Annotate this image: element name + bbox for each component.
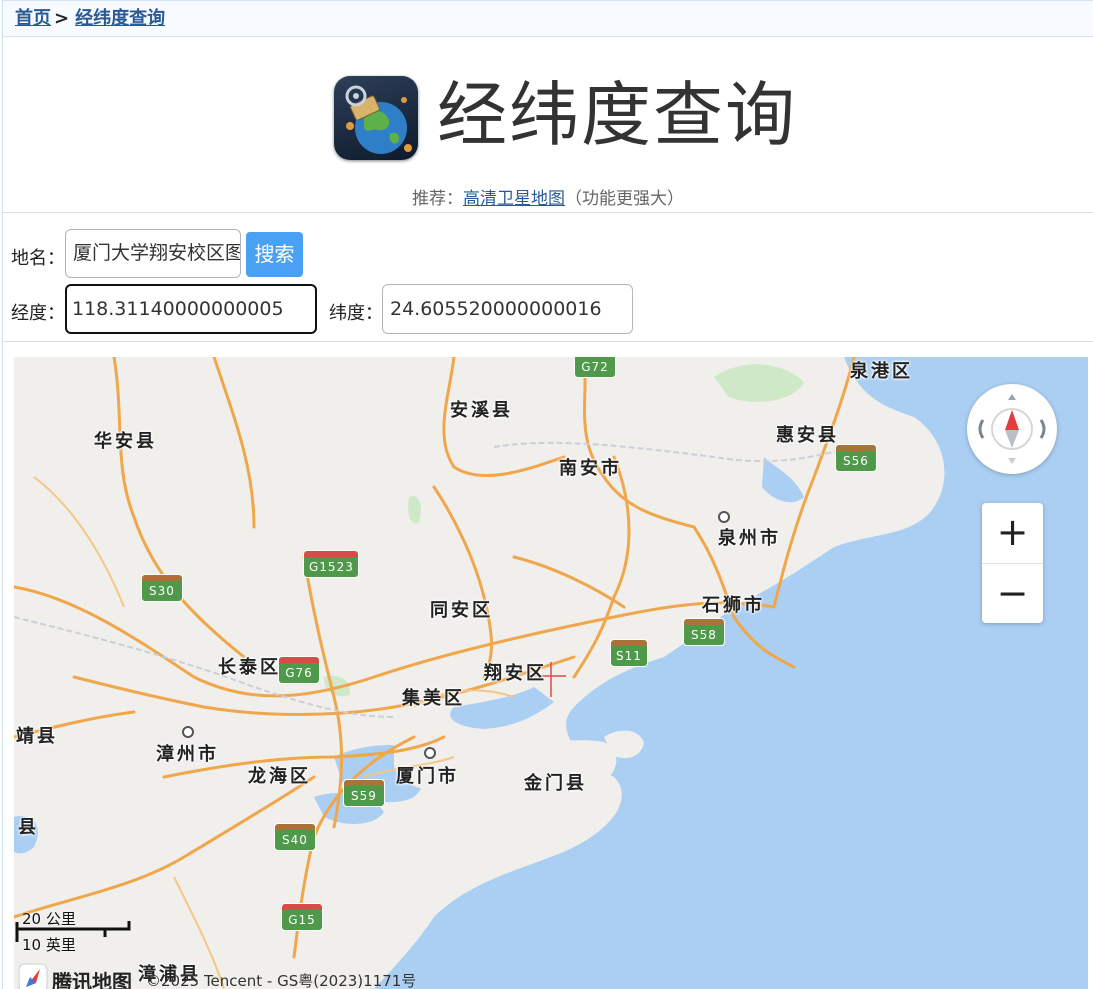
road-shield: S56 (836, 445, 876, 471)
latitude-input[interactable]: 24.605520000000016 (382, 284, 633, 334)
place-label: 惠安县 (776, 425, 839, 446)
place-label: 泉港区 (850, 361, 913, 382)
satellite-map-link[interactable]: 高清卫星地图 (463, 189, 565, 209)
longitude-label: 经度： (11, 303, 65, 324)
map-base-layer (14, 357, 1088, 989)
recommend-suffix: （功能更强大） (565, 189, 684, 209)
road-shield: G72 (575, 357, 615, 377)
road-shield: S58 (684, 619, 724, 645)
place-label: 集美区 (402, 688, 465, 709)
road-shield: G15 (282, 904, 322, 930)
globe-app-icon (334, 76, 418, 160)
place-label: 厦门市 (396, 766, 459, 787)
city-dot (182, 726, 194, 738)
road-shield: G1523 (304, 551, 358, 577)
place-label: 南安市 (559, 458, 622, 479)
place-label: 龙海区 (248, 766, 311, 787)
zoom-out-button[interactable]: − (982, 563, 1043, 624)
recommend-line: 推荐：高清卫星地图（功能更强大） (3, 184, 1093, 209)
breadcrumb-home-link[interactable]: 首页 (15, 8, 51, 29)
place-label: 长泰区 (218, 657, 281, 678)
page-title: 经纬度查询 (437, 74, 797, 156)
compass-icon (978, 394, 1046, 464)
scale-mi: 10 英里 (22, 936, 76, 954)
place-label: 地名： (11, 248, 65, 269)
place-label: 县 (18, 817, 39, 838)
map-copyright: ©2025 Tencent - GS粤(2023)1171号 (146, 972, 417, 989)
road-shield: S40 (275, 824, 315, 850)
place-label: 翔安区 (484, 663, 547, 684)
road-shield: S30 (142, 575, 182, 601)
zoom-control: + − (982, 503, 1043, 623)
place-label: 华安县 (94, 431, 157, 452)
place-name-input[interactable]: 厦门大学翔安校区图 (65, 229, 241, 278)
scale-km: 20 公里 (22, 910, 76, 928)
breadcrumb-current-link[interactable]: 经纬度查询 (75, 8, 165, 29)
page-header: 经纬度查询 推荐：高清卫星地图（功能更强大） (3, 38, 1093, 213)
city-dot (424, 747, 436, 759)
compass-control[interactable] (967, 384, 1057, 474)
place-label: 漳州市 (156, 744, 219, 765)
query-form: 地名： 厦门大学翔安校区图 搜索 经度： 118.31140000000005 … (3, 213, 1093, 342)
road-shield: S11 (611, 640, 647, 666)
search-button[interactable]: 搜索 (246, 232, 303, 277)
road-shield: S59 (344, 780, 384, 806)
place-label: 石狮市 (702, 595, 765, 616)
longitude-input[interactable]: 118.31140000000005 (65, 284, 317, 334)
city-dot (718, 511, 730, 523)
tencent-map-logo-text: 腾讯地图 (52, 970, 132, 989)
place-label: 金门县 (524, 773, 587, 794)
place-label: 泉州市 (718, 528, 781, 549)
recommend-prefix: 推荐： (412, 189, 463, 209)
place-label: 同安区 (430, 600, 493, 621)
map-view[interactable]: 泉港区 安溪县 华安县 惠安县 南安市 泉州市 石狮市 同安区 长泰区 翔安区 … (14, 357, 1088, 989)
road-shield: G76 (279, 657, 319, 683)
breadcrumb: 首页 > 经纬度查询 (3, 0, 1093, 37)
latitude-label: 纬度： (329, 303, 383, 324)
tencent-map-logo-icon (18, 963, 48, 989)
place-label: 安溪县 (450, 400, 513, 421)
breadcrumb-separator: > (54, 8, 70, 29)
place-label: 靖县 (16, 726, 58, 747)
zoom-in-button[interactable]: + (982, 503, 1043, 563)
